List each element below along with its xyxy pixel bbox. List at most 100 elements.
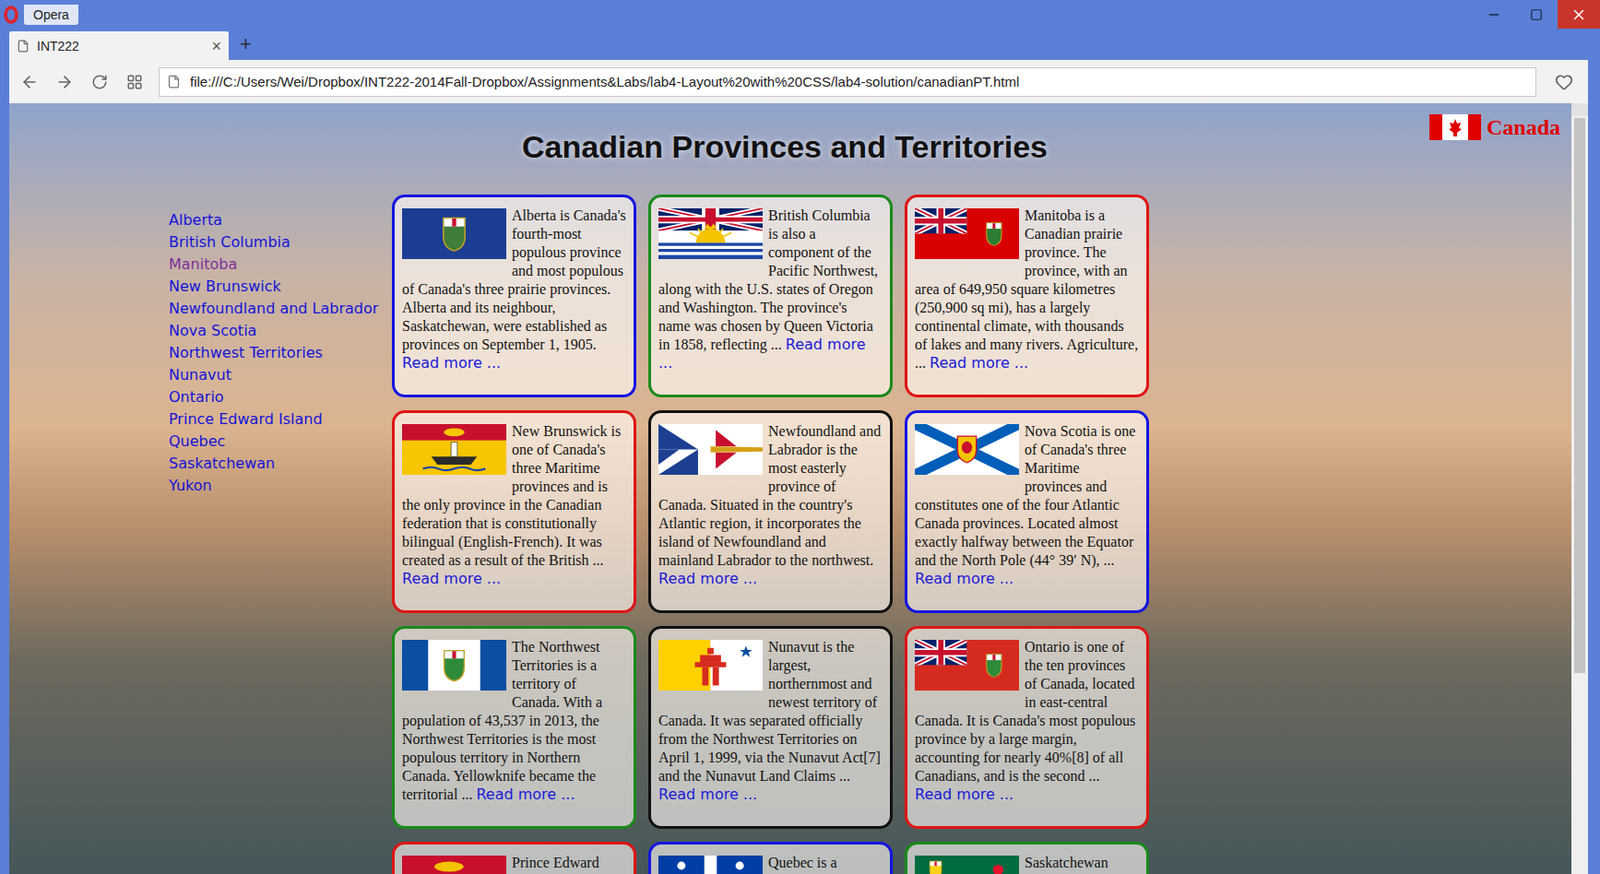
read-more-link[interactable]: Read more ... [914, 569, 1014, 588]
nl-flag-icon [658, 424, 763, 475]
logo-text: Canada [1486, 115, 1561, 141]
forward-icon [55, 72, 74, 92]
canada-flag-icon [1429, 114, 1482, 141]
province-card: Newfoundland and Labrador is the most ea… [648, 410, 893, 614]
main-content: Alberta British Columbia Manitoba New Bruns… [9, 194, 1561, 874]
province-card: Nunavut is the largest, northernmost and… [648, 626, 893, 830]
flag [402, 640, 507, 691]
province-card: Ontario is one of the ten provinces of C… [904, 626, 1150, 830]
nav-link[interactable]: Alberta [168, 211, 223, 229]
nav-item: New Brunswick [168, 275, 392, 298]
nav-item: Newfoundland and Labrador [168, 297, 392, 320]
province-card: The Northwest Territories is a territory… [391, 626, 637, 830]
new-tab-button[interactable]: + [239, 34, 252, 55]
page-icon [16, 39, 30, 53]
nav-link[interactable]: Saskatchewan [168, 454, 275, 473]
province-card: Alberta is Canada's fourth-most populous… [391, 194, 637, 398]
nav-link[interactable]: Newfoundland and Labrador [168, 299, 379, 318]
speed-dial-button[interactable] [123, 71, 146, 94]
nav-link[interactable]: Northwest Territories [168, 343, 323, 362]
bookmark-button[interactable] [1549, 67, 1579, 97]
alberta-flag-icon [402, 208, 507, 260]
canada-logo[interactable]: Canada [1429, 114, 1561, 141]
page: Canadian Provinces and Territories Canada… [9, 103, 1572, 874]
flag [658, 855, 763, 874]
province-card: British Columbia is also a component of … [648, 194, 893, 398]
address-field[interactable]: file:///C:/Users/Wei/Dropbox/INT222-2014… [158, 67, 1537, 97]
nav-link[interactable]: Yukon [168, 476, 213, 495]
scroll-thumb[interactable] [1574, 118, 1586, 674]
province-card: Nova Scotia is one of Canada's three Mar… [904, 410, 1150, 614]
browser-window: OperaINT222× + file:///C:/Users/Wei/Dropbo… [0, 0, 1600, 874]
read-more-link[interactable]: Read more ... [929, 354, 1029, 372]
manitoba-flag-icon [914, 208, 1020, 260]
province-card: New Brunswick is one of Canada's three M… [391, 410, 637, 614]
nav-item: British Columbia [168, 231, 392, 254]
scroll-up-arrow[interactable] [1571, 103, 1589, 117]
flag [658, 424, 763, 475]
bc-flag-icon [658, 208, 763, 260]
close-icon [1570, 6, 1588, 24]
nav-link[interactable]: Quebec [168, 432, 226, 451]
read-more-link[interactable]: Read more ... [475, 785, 575, 804]
nav-link[interactable]: Prince Edward Island [168, 410, 323, 428]
nav-item: Prince Edward Island [168, 408, 392, 431]
card-text: Prince Edward [511, 854, 600, 871]
flag [402, 208, 507, 260]
forward-button[interactable] [53, 71, 76, 94]
read-more-link[interactable]: Read more ... [658, 785, 758, 804]
nav-link[interactable]: New Brunswick [168, 277, 282, 296]
maximize-button[interactable] [1515, 0, 1558, 29]
quebec-flag-icon [658, 855, 763, 874]
minimize-button[interactable] [1472, 0, 1516, 29]
nav-link[interactable]: Manitoba [168, 255, 238, 273]
sask-flag-icon [914, 855, 1020, 874]
nunavut-flag-icon [658, 640, 763, 691]
toolbar: file:///C:/Users/Wei/Dropbox/INT222-2014… [9, 59, 1589, 104]
tab-close-button[interactable]: × [211, 37, 222, 55]
nav-item: Ontario [168, 386, 392, 409]
province-card: Prince Edward [391, 841, 637, 874]
flag [914, 855, 1020, 874]
scrollbar[interactable] [1571, 103, 1589, 874]
close-button[interactable] [1557, 0, 1600, 29]
flag [914, 640, 1020, 691]
heart-icon [1554, 72, 1574, 92]
flag [402, 424, 507, 475]
url-text: file:///C:/Users/Wei/Dropbox/INT222-2014… [189, 73, 1020, 90]
read-more-link[interactable]: Read more ... [658, 569, 758, 588]
page-heading: Canadian Provinces and Territories [521, 128, 1048, 166]
nav-link[interactable]: British Columbia [168, 233, 291, 251]
card-text: Quebec is a [768, 854, 838, 871]
province-nav: Alberta British Columbia Manitoba New Bruns… [168, 209, 392, 874]
nav-item: Nova Scotia [168, 320, 392, 343]
nav-item: Manitoba [168, 253, 392, 276]
nav-link[interactable]: Nunavut [168, 366, 232, 384]
reload-button[interactable] [88, 71, 111, 94]
flag [914, 424, 1020, 475]
flag [402, 855, 507, 874]
nav-link[interactable]: Nova Scotia [168, 321, 257, 340]
back-icon [20, 72, 39, 92]
province-card: Saskatchewan [904, 841, 1150, 874]
back-button[interactable] [18, 71, 41, 94]
tab[interactable]: INT222× [9, 31, 229, 60]
ns-flag-icon [914, 424, 1020, 475]
read-more-link[interactable]: Read more ... [914, 785, 1014, 804]
nav-item: Northwest Territories [168, 342, 392, 365]
opera-logo-icon [3, 5, 19, 24]
file-icon [166, 74, 181, 89]
title-bar: Opera [0, 0, 1600, 29]
nav-item: Nunavut [168, 364, 392, 387]
pei-flag-icon [402, 855, 507, 874]
read-more-link[interactable]: Read more ... [402, 354, 501, 372]
nav-link[interactable]: Ontario [168, 388, 225, 406]
app-badge[interactable]: Opera [0, 0, 79, 29]
province-card: Manitoba is a Canadian prairie province.… [904, 194, 1150, 398]
nb-flag-icon [402, 424, 507, 475]
flag [658, 208, 763, 260]
reload-icon [91, 73, 108, 91]
flag [914, 208, 1020, 260]
nav-item: Saskatchewan [168, 452, 392, 475]
read-more-link[interactable]: Read more ... [402, 569, 501, 588]
